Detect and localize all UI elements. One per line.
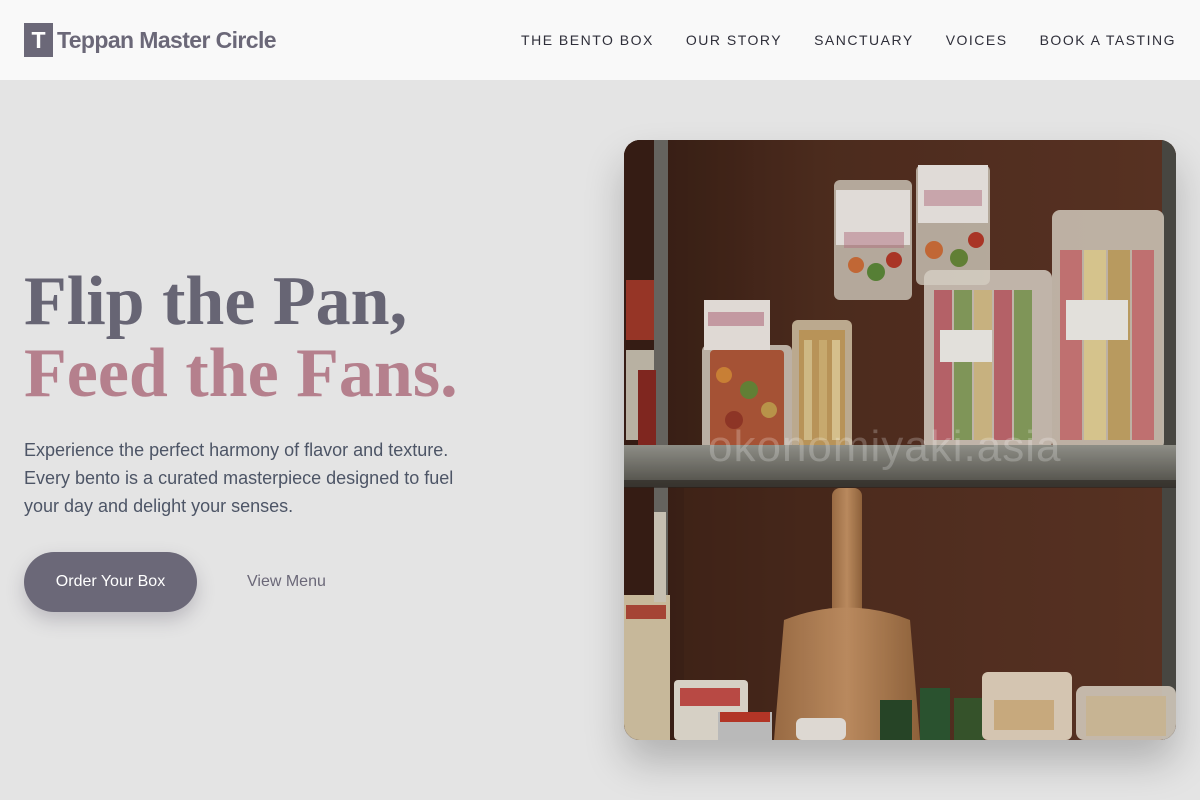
hero-cta-row: Order Your Box View Menu (24, 552, 326, 612)
brand-mark-icon: T (24, 23, 53, 57)
order-your-box-button[interactable]: Order Your Box (24, 552, 197, 612)
nav-link-bento-box[interactable]: THE BENTO BOX (521, 32, 654, 48)
site-header: T Teppan Master Circle THE BENTO BOX OUR… (0, 0, 1200, 80)
nav-link-our-story[interactable]: OUR STORY (686, 32, 782, 48)
image-watermark: okonomiyaki.asia (708, 422, 1062, 471)
hero-headline-line1: Flip the Pan, (24, 263, 408, 340)
brand-logo-link[interactable]: T Teppan Master Circle (24, 23, 277, 57)
hero-description: Experience the perfect harmony of flavor… (24, 440, 454, 516)
nav-link-sanctuary[interactable]: SANCTUARY (814, 32, 914, 48)
view-menu-link[interactable]: View Menu (247, 573, 326, 591)
nav-link-voices[interactable]: VOICES (946, 32, 1008, 48)
hero-copy: Flip the Pan, Feed the Fans. Experience … (24, 266, 544, 520)
hero-headline-line2: Feed the Fans. (24, 335, 458, 412)
hero-image: okonomiyaki.asia (624, 140, 1176, 740)
main-nav: THE BENTO BOX OUR STORY SANCTUARY VOICES… (521, 32, 1176, 48)
brand-name: Teppan Master Circle (57, 26, 277, 53)
nav-link-book-tasting[interactable]: BOOK A TASTING (1040, 32, 1176, 48)
hero-headline: Flip the Pan, Feed the Fans. (24, 266, 544, 410)
